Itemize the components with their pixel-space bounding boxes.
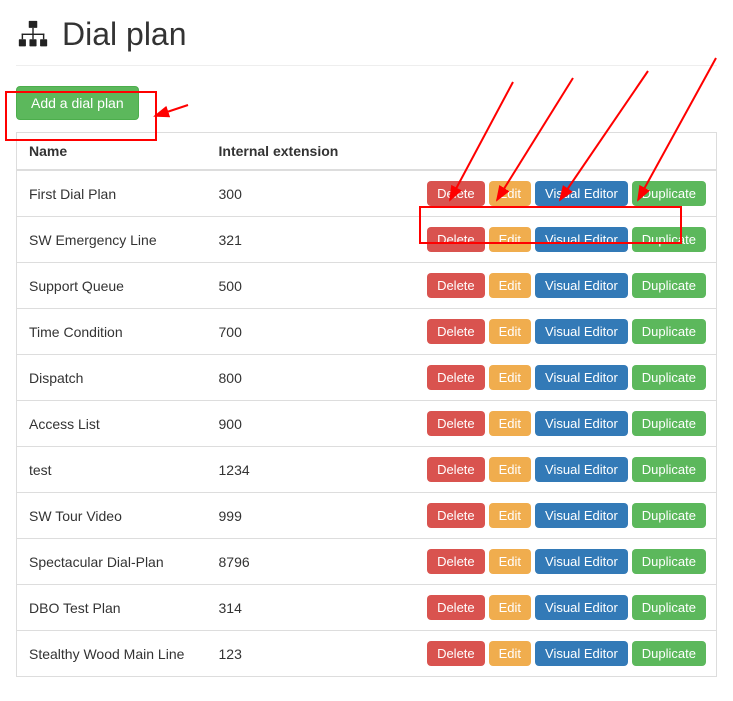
duplicate-button[interactable]: Duplicate <box>632 595 706 620</box>
table-row: First Dial Plan300DeleteEditVisual Edito… <box>17 170 717 217</box>
cell-name: Spectacular Dial-Plan <box>17 539 207 585</box>
duplicate-button[interactable]: Duplicate <box>632 273 706 298</box>
cell-name: Stealthy Wood Main Line <box>17 631 207 677</box>
duplicate-button[interactable]: Duplicate <box>632 641 706 666</box>
cell-name: test <box>17 447 207 493</box>
cell-extension: 700 <box>207 309 357 355</box>
duplicate-button[interactable]: Duplicate <box>632 365 706 390</box>
table-row: SW Emergency Line321DeleteEditVisual Edi… <box>17 217 717 263</box>
column-extension: Internal extension <box>207 133 357 171</box>
table-header-row: Name Internal extension <box>17 133 717 171</box>
visual-editor-button[interactable]: Visual Editor <box>535 641 628 666</box>
delete-button[interactable]: Delete <box>427 181 485 206</box>
cell-name: DBO Test Plan <box>17 585 207 631</box>
cell-actions: DeleteEditVisual EditorDuplicate <box>357 447 717 493</box>
delete-button[interactable]: Delete <box>427 641 485 666</box>
edit-button[interactable]: Edit <box>489 595 531 620</box>
edit-button[interactable]: Edit <box>489 319 531 344</box>
cell-actions: DeleteEditVisual EditorDuplicate <box>357 217 717 263</box>
delete-button[interactable]: Delete <box>427 411 485 436</box>
cell-actions: DeleteEditVisual EditorDuplicate <box>357 355 717 401</box>
visual-editor-button[interactable]: Visual Editor <box>535 595 628 620</box>
cell-extension: 1234 <box>207 447 357 493</box>
cell-actions: DeleteEditVisual EditorDuplicate <box>357 585 717 631</box>
delete-button[interactable]: Delete <box>427 549 485 574</box>
cell-extension: 300 <box>207 170 357 217</box>
cell-extension: 900 <box>207 401 357 447</box>
table-row: DBO Test Plan314DeleteEditVisual EditorD… <box>17 585 717 631</box>
delete-button[interactable]: Delete <box>427 273 485 298</box>
duplicate-button[interactable]: Duplicate <box>632 411 706 436</box>
edit-button[interactable]: Edit <box>489 273 531 298</box>
cell-extension: 999 <box>207 493 357 539</box>
duplicate-button[interactable]: Duplicate <box>632 181 706 206</box>
visual-editor-button[interactable]: Visual Editor <box>535 549 628 574</box>
cell-extension: 321 <box>207 217 357 263</box>
visual-editor-button[interactable]: Visual Editor <box>535 273 628 298</box>
table-row: Dispatch800DeleteEditVisual EditorDuplic… <box>17 355 717 401</box>
cell-actions: DeleteEditVisual EditorDuplicate <box>357 263 717 309</box>
edit-button[interactable]: Edit <box>489 549 531 574</box>
cell-extension: 500 <box>207 263 357 309</box>
dial-plan-table: Name Internal extension First Dial Plan3… <box>16 132 717 677</box>
table-row: Time Condition700DeleteEditVisual Editor… <box>17 309 717 355</box>
table-row: Support Queue500DeleteEditVisual EditorD… <box>17 263 717 309</box>
cell-name: Time Condition <box>17 309 207 355</box>
cell-name: Support Queue <box>17 263 207 309</box>
delete-button[interactable]: Delete <box>427 227 485 252</box>
table-row: Access List900DeleteEditVisual EditorDup… <box>17 401 717 447</box>
cell-actions: DeleteEditVisual EditorDuplicate <box>357 539 717 585</box>
visual-editor-button[interactable]: Visual Editor <box>535 411 628 436</box>
delete-button[interactable]: Delete <box>427 595 485 620</box>
edit-button[interactable]: Edit <box>489 411 531 436</box>
duplicate-button[interactable]: Duplicate <box>632 227 706 252</box>
toolbar: Add a dial plan <box>16 86 717 120</box>
visual-editor-button[interactable]: Visual Editor <box>535 365 628 390</box>
table-row: SW Tour Video999DeleteEditVisual EditorD… <box>17 493 717 539</box>
cell-actions: DeleteEditVisual EditorDuplicate <box>357 309 717 355</box>
cell-actions: DeleteEditVisual EditorDuplicate <box>357 170 717 217</box>
table-row: Spectacular Dial-Plan8796DeleteEditVisua… <box>17 539 717 585</box>
sitemap-icon <box>16 18 50 52</box>
edit-button[interactable]: Edit <box>489 365 531 390</box>
visual-editor-button[interactable]: Visual Editor <box>535 457 628 482</box>
duplicate-button[interactable]: Duplicate <box>632 503 706 528</box>
page-title: Dial plan <box>62 16 187 53</box>
edit-button[interactable]: Edit <box>489 503 531 528</box>
duplicate-button[interactable]: Duplicate <box>632 319 706 344</box>
cell-name: Access List <box>17 401 207 447</box>
cell-extension: 123 <box>207 631 357 677</box>
duplicate-button[interactable]: Duplicate <box>632 457 706 482</box>
edit-button[interactable]: Edit <box>489 181 531 206</box>
delete-button[interactable]: Delete <box>427 457 485 482</box>
cell-name: SW Tour Video <box>17 493 207 539</box>
visual-editor-button[interactable]: Visual Editor <box>535 227 628 252</box>
cell-name: First Dial Plan <box>17 170 207 217</box>
delete-button[interactable]: Delete <box>427 365 485 390</box>
cell-extension: 314 <box>207 585 357 631</box>
table-row: test1234DeleteEditVisual EditorDuplicate <box>17 447 717 493</box>
visual-editor-button[interactable]: Visual Editor <box>535 319 628 344</box>
visual-editor-button[interactable]: Visual Editor <box>535 181 628 206</box>
cell-actions: DeleteEditVisual EditorDuplicate <box>357 493 717 539</box>
column-name: Name <box>17 133 207 171</box>
column-actions <box>357 133 717 171</box>
page-header: Dial plan <box>16 16 717 66</box>
delete-button[interactable]: Delete <box>427 503 485 528</box>
cell-extension: 800 <box>207 355 357 401</box>
add-dial-plan-button[interactable]: Add a dial plan <box>16 86 139 120</box>
edit-button[interactable]: Edit <box>489 641 531 666</box>
edit-button[interactable]: Edit <box>489 457 531 482</box>
cell-extension: 8796 <box>207 539 357 585</box>
table-row: Stealthy Wood Main Line123DeleteEditVisu… <box>17 631 717 677</box>
duplicate-button[interactable]: Duplicate <box>632 549 706 574</box>
cell-name: SW Emergency Line <box>17 217 207 263</box>
cell-actions: DeleteEditVisual EditorDuplicate <box>357 631 717 677</box>
delete-button[interactable]: Delete <box>427 319 485 344</box>
cell-name: Dispatch <box>17 355 207 401</box>
cell-actions: DeleteEditVisual EditorDuplicate <box>357 401 717 447</box>
edit-button[interactable]: Edit <box>489 227 531 252</box>
visual-editor-button[interactable]: Visual Editor <box>535 503 628 528</box>
